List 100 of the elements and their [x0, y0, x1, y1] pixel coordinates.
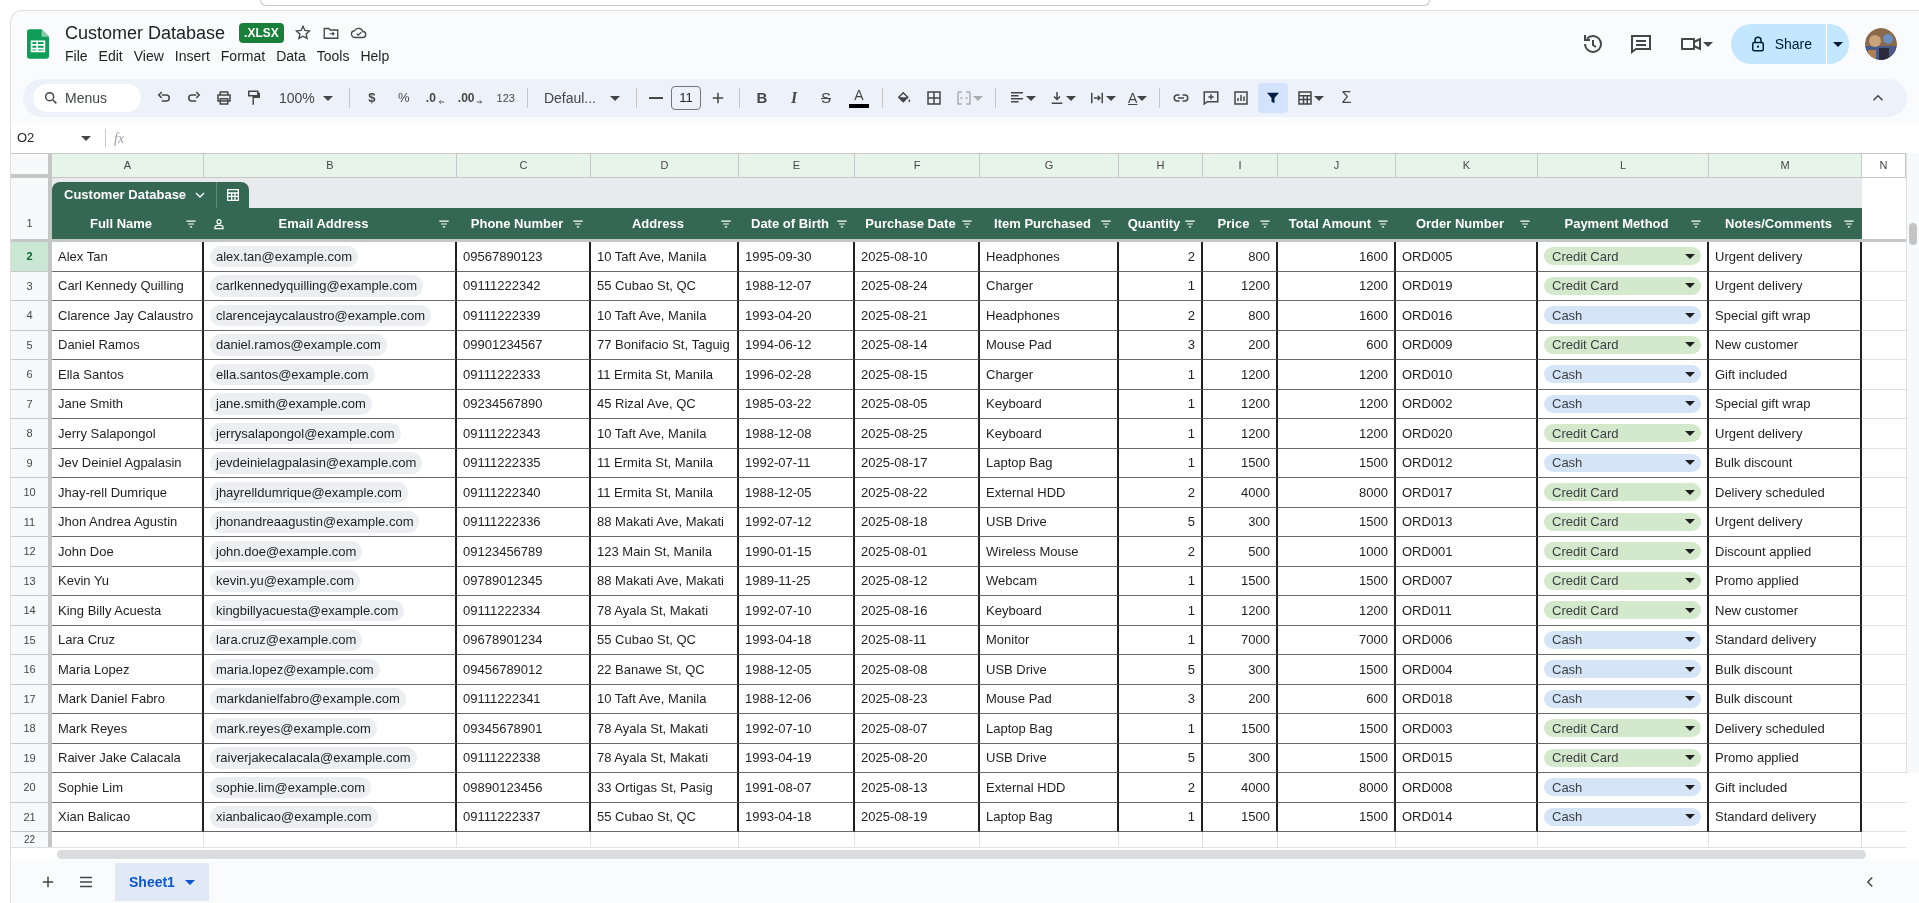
table-cell[interactable]: 1500 — [1278, 507, 1396, 537]
table-cell[interactable]: kevin.yu@example.com — [204, 566, 457, 596]
table-cell[interactable]: Cash — [1538, 684, 1709, 714]
row-number[interactable]: 16 — [11, 655, 52, 685]
table-cell[interactable]: 2025-08-08 — [855, 655, 980, 685]
spreadsheet-logo-icon[interactable] — [27, 29, 49, 59]
table-cell[interactable]: 2025-08-17 — [855, 448, 980, 478]
table-cell[interactable]: 2025-08-07 — [855, 714, 980, 744]
table-cell[interactable]: ORD017 — [1396, 478, 1538, 508]
table-cell[interactable]: 2025-08-16 — [855, 596, 980, 626]
table-cell[interactable]: Credit Card — [1538, 743, 1709, 773]
column-heading[interactable]: Email Address — [204, 208, 457, 239]
table-cell[interactable]: Jane Smith — [52, 389, 204, 419]
table-cell[interactable]: ORD011 — [1396, 596, 1538, 626]
table-cell[interactable]: Credit Card — [1538, 596, 1709, 626]
email-chip[interactable]: jerrysalapongol@example.com — [210, 422, 401, 444]
functions-button[interactable]: Σ — [1332, 84, 1361, 112]
table-cell[interactable]: USB Drive — [980, 655, 1119, 685]
column-header[interactable]: N — [1862, 154, 1906, 178]
payment-chip[interactable]: Credit Card — [1544, 719, 1701, 738]
table-cell[interactable]: 1500 — [1203, 714, 1278, 744]
table-cell[interactable]: Headphones — [980, 242, 1119, 272]
table-cell[interactable]: Urgent delivery — [1709, 271, 1862, 301]
table-cell[interactable]: 2025-08-01 — [855, 537, 980, 567]
table-cell[interactable]: Gift included — [1709, 360, 1862, 390]
table-cell[interactable]: 1996-02-28 — [739, 360, 855, 390]
table-cell[interactable]: 1988-12-07 — [739, 271, 855, 301]
table-cell[interactable]: Cash — [1538, 625, 1709, 655]
table-cell[interactable]: Wireless Mouse — [980, 537, 1119, 567]
star-icon[interactable] — [293, 23, 312, 42]
payment-chip[interactable]: Credit Card — [1544, 276, 1701, 295]
email-chip[interactable]: jevdeinielagpalasin@example.com — [210, 452, 423, 474]
table-cell[interactable]: Alex Tan — [52, 242, 204, 272]
payment-chip[interactable]: Credit Card — [1544, 542, 1701, 561]
table-cell[interactable]: 55 Cubao St, QC — [591, 271, 739, 301]
table-cell[interactable]: Cash — [1538, 448, 1709, 478]
table-cell[interactable]: Carl Kennedy Quilling — [52, 271, 204, 301]
row-number[interactable]: 20 — [11, 773, 52, 803]
table-cell[interactable]: ella.santos@example.com — [204, 360, 457, 390]
zoom-dropdown[interactable]: 100% — [271, 84, 341, 112]
table-cell[interactable]: 4000 — [1203, 478, 1278, 508]
table-cell[interactable]: Ella Santos — [52, 360, 204, 390]
table-cell[interactable]: Credit Card — [1538, 566, 1709, 596]
table-cell[interactable]: Daniel Ramos — [52, 330, 204, 360]
table-cell[interactable]: 1989-11-25 — [739, 566, 855, 596]
percent-button[interactable]: % — [389, 84, 418, 112]
table-cell[interactable]: Webcam — [980, 566, 1119, 596]
email-chip[interactable]: carlkennedyquilling@example.com — [210, 275, 424, 297]
table-cell[interactable]: 5 — [1119, 743, 1203, 773]
table-cell[interactable]: 1500 — [1278, 743, 1396, 773]
table-cell[interactable]: 1988-12-05 — [739, 478, 855, 508]
table-cell[interactable]: 1995-09-30 — [739, 242, 855, 272]
table-cell[interactable]: 22 Banawe St, QC — [591, 655, 739, 685]
table-cell[interactable]: 1200 — [1278, 271, 1396, 301]
email-chip[interactable]: alex.tan@example.com — [210, 245, 359, 267]
table-cell[interactable]: ORD006 — [1396, 625, 1538, 655]
payment-chip[interactable]: Cash — [1544, 394, 1701, 413]
table-cell[interactable]: 1 — [1119, 271, 1203, 301]
table-cell[interactable]: 5 — [1119, 507, 1203, 537]
payment-chip[interactable]: Credit Card — [1544, 335, 1701, 354]
payment-chip[interactable]: Credit Card — [1544, 483, 1701, 502]
table-cell[interactable]: 1 — [1119, 389, 1203, 419]
column-header[interactable]: F — [855, 154, 980, 178]
table-cell[interactable]: 2025-08-19 — [855, 802, 980, 832]
table-cell[interactable]: Jerry Salapongol — [52, 419, 204, 449]
payment-chip[interactable]: Credit Card — [1544, 512, 1701, 531]
column-header[interactable]: M — [1709, 154, 1862, 178]
table-cell[interactable]: 2025-08-23 — [855, 684, 980, 714]
table-cell[interactable]: 77 Bonifacio St, Taguig — [591, 330, 739, 360]
table-cell[interactable]: 1993-04-19 — [739, 743, 855, 773]
table-cell[interactable]: 4000 — [1203, 773, 1278, 803]
table-cell[interactable]: 10 Taft Ave, Manila — [591, 301, 739, 331]
table-cell[interactable]: 2025-08-10 — [855, 242, 980, 272]
table-name-tab[interactable]: Customer Database — [52, 182, 217, 208]
column-heading[interactable]: Purchase Date — [855, 208, 980, 239]
payment-chip[interactable]: Cash — [1544, 689, 1701, 708]
table-cell[interactable]: 2025-08-05 — [855, 389, 980, 419]
italic-button[interactable]: I — [780, 84, 808, 112]
table-cell[interactable]: 2025-08-25 — [855, 419, 980, 449]
table-calculator-icon[interactable] — [225, 187, 242, 203]
menu-item[interactable]: Format — [217, 45, 269, 67]
table-cell[interactable]: 1200 — [1203, 360, 1278, 390]
table-cell[interactable]: Delivery scheduled — [1709, 714, 1862, 744]
filter-button[interactable] — [1258, 83, 1289, 113]
table-cell[interactable]: 2025-08-20 — [855, 743, 980, 773]
column-heading[interactable]: Total Amount — [1278, 208, 1396, 239]
table-cell[interactable]: 1988-12-05 — [739, 655, 855, 685]
table-cell[interactable]: ORD020 — [1396, 419, 1538, 449]
table-cell[interactable]: 1200 — [1203, 596, 1278, 626]
table-cell[interactable]: Credit Card — [1538, 714, 1709, 744]
strikethrough-button[interactable]: S — [812, 84, 840, 112]
table-cell[interactable]: Urgent delivery — [1709, 507, 1862, 537]
column-header[interactable]: I — [1203, 154, 1278, 178]
column-header[interactable]: D — [591, 154, 739, 178]
column-heading[interactable]: Address — [591, 208, 739, 239]
row-number[interactable]: 19 — [11, 743, 52, 773]
table-cell[interactable]: Keyboard — [980, 389, 1119, 419]
table-cell[interactable]: daniel.ramos@example.com — [204, 330, 457, 360]
email-chip[interactable]: sophie.lim@example.com — [210, 776, 372, 798]
column-header[interactable]: J — [1278, 154, 1396, 178]
